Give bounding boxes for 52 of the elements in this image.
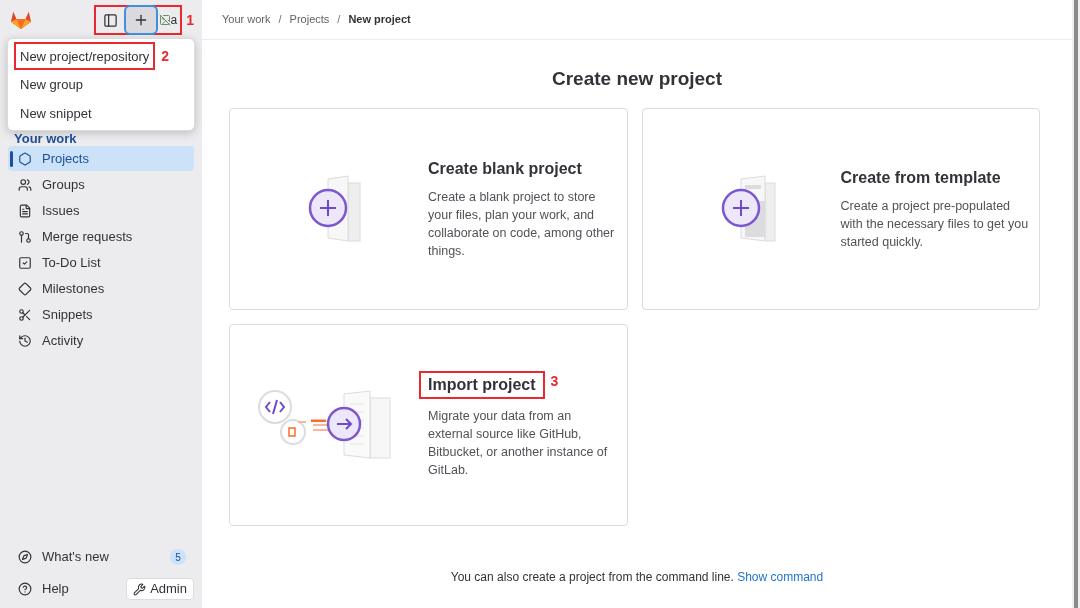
checkbox-icon [18,255,32,270]
history-icon [18,333,32,348]
nav-item[interactable]: Activity [8,328,194,353]
hexagon-icon [18,151,32,166]
scrollbar[interactable] [1072,0,1080,608]
card-title: Import project [428,375,536,395]
breadcrumb[interactable]: New project [348,11,411,28]
users-icon [18,177,32,192]
whats-new-item[interactable]: What's new 5 [8,544,194,570]
broken-image-icon [158,14,171,26]
option-card[interactable]: Import project 3 Migrate your data from an external source like GitHub, Bitbucket, or another instance of GitLab. [229,324,628,526]
new-button[interactable] [125,7,156,33]
menu-item[interactable]: New group [14,74,89,95]
section-heading: Your work [14,131,77,146]
help-icon [18,582,32,596]
compass-icon [18,550,32,564]
count-badge: 5 [170,549,186,565]
panel-icon [103,12,118,28]
page-title: Create new project [551,67,723,91]
wrench-icon [133,582,147,596]
admin-button[interactable]: Admin [126,578,194,600]
breadcrumb-separator: / [337,12,341,28]
option-card[interactable]: Create blank project Create a blank project to store your files, plan your work, and collaborate on code, among other things. [229,108,628,310]
option-card[interactable]: Create from template Create a project pre-populated with the necessary files to get you started quickly. [641,108,1040,310]
breadcrumb-separator: / [278,12,282,28]
card-description: Create a project pre-populated with the necessary files to get you started quickly. [840,197,1030,251]
nav-item[interactable]: Snippets [8,302,194,327]
card-description: Create a blank project to store your files, plan your work, and collaborate on code, among other things. [428,188,616,260]
merge-request-icon [18,229,32,244]
card-description: Migrate your data from an external source like GitHub, Bitbucket, or another instance of GitLab. [428,408,609,479]
show-command-link[interactable]: Show command [737,570,824,584]
menu-item[interactable]: New snippet [14,103,98,124]
nav-item[interactable]: Projects [8,146,194,171]
logo-icon[interactable] [10,10,32,30]
nav-item[interactable]: To-Do List [8,250,194,275]
menu-item[interactable]: New project/repository [20,48,150,64]
nav-item[interactable]: Milestones [8,276,194,301]
command-line-hint: You can also create a project from the command line. Show command [449,569,825,586]
card-title: Create blank project [428,158,583,179]
breadcrumb[interactable]: Projects [289,11,330,28]
diamond-icon [18,281,32,296]
avatar-alt-text[interactable]: a [170,14,178,26]
annotation-number: 3 [550,372,559,391]
scissors-icon [18,307,32,322]
annotation-number: 1 [186,11,194,30]
help-item[interactable]: Help [18,579,69,599]
nav-item[interactable]: Merge requests [8,224,194,249]
nav-item[interactable]: Issues [8,198,194,223]
nav-item[interactable]: Groups [8,172,194,197]
breadcrumb[interactable]: Your work [222,11,271,28]
card-title: Create from template [840,167,1002,188]
annotation-number: 2 [161,46,170,66]
